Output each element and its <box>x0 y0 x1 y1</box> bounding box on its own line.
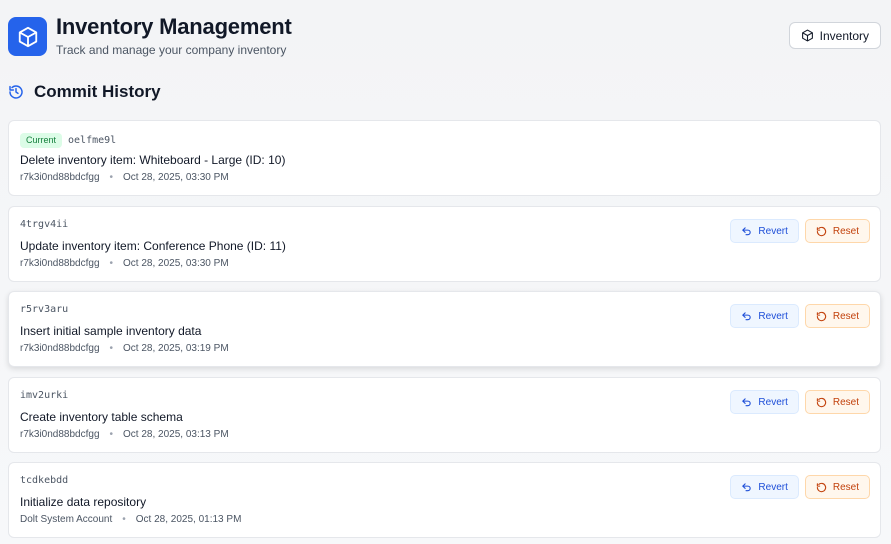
commit-hash: oelfme9l <box>68 135 117 146</box>
undo-icon <box>742 397 752 406</box>
commit-date: Oct 28, 2025, 01:13 PM <box>135 514 242 525</box>
reset-button[interactable]: Reset <box>804 390 870 414</box>
commit-date: Oct 28, 2025, 03:13 PM <box>123 429 229 440</box>
package-icon <box>801 29 813 42</box>
page-title: Inventory Management <box>56 14 292 39</box>
commit-hash: imv2urki <box>20 390 69 401</box>
revert-label: Revert <box>758 225 788 237</box>
history-icon <box>9 85 23 99</box>
meta-separator: • <box>109 429 114 440</box>
commit-hash: tcdkebdd <box>20 475 69 486</box>
undo-icon <box>742 311 752 320</box>
commit-author: r7k3i0nd88bdcfgg <box>20 429 100 440</box>
commit-author: r7k3i0nd88bdcfgg <box>20 172 100 183</box>
commit-message: Create inventory table schema <box>20 410 183 424</box>
reset-button[interactable]: Reset <box>804 304 870 328</box>
reset-button[interactable]: Reset <box>804 475 870 499</box>
rotate-ccw-icon <box>816 482 827 492</box>
reset-label: Reset <box>832 225 859 237</box>
commit-card: Current oelfme9l Delete inventory item: … <box>8 120 881 196</box>
reset-label: Reset <box>832 396 859 408</box>
commit-card: tcdkebdd Initialize data repository Dolt… <box>8 462 881 538</box>
box-icon <box>8 17 47 56</box>
rotate-ccw-icon <box>816 397 827 407</box>
revert-button[interactable]: Revert <box>730 475 799 499</box>
meta-separator: • <box>109 343 114 354</box>
meta-separator: • <box>122 514 126 525</box>
commit-date: Oct 28, 2025, 03:19 PM <box>123 343 229 354</box>
commit-message: Delete inventory item: Whiteboard - Larg… <box>20 153 286 167</box>
rotate-ccw-icon <box>816 311 827 321</box>
commit-message: Initialize data repository <box>20 495 147 509</box>
commit-author: r7k3i0nd88bdcfgg <box>20 258 100 269</box>
section-title: Commit History <box>34 82 161 101</box>
commit-history-header: Commit History <box>8 82 161 102</box>
inventory-button[interactable]: Inventory <box>788 22 881 49</box>
commit-hash: r5rv3aru <box>20 304 69 315</box>
commit-author: r7k3i0nd88bdcfgg <box>20 343 100 354</box>
reset-button[interactable]: Reset <box>804 219 870 243</box>
meta-separator: • <box>109 172 114 183</box>
commit-card: imv2urki Create inventory table schema r… <box>8 377 881 453</box>
reset-label: Reset <box>832 481 859 493</box>
revert-label: Revert <box>758 396 788 408</box>
undo-icon <box>742 482 752 491</box>
revert-button[interactable]: Revert <box>730 219 799 243</box>
commit-author: Dolt System Account <box>20 514 113 525</box>
current-badge: Current <box>20 133 63 148</box>
commit-card: r5rv3aru Insert initial sample inventory… <box>8 291 881 367</box>
revert-button[interactable]: Revert <box>730 390 799 414</box>
page-subtitle: Track and manage your company inventory <box>56 43 287 57</box>
revert-button[interactable]: Revert <box>730 304 799 328</box>
commit-message: Insert initial sample inventory data <box>20 324 202 338</box>
commit-card: 4trgv4ii Update inventory item: Conferen… <box>8 206 881 282</box>
inventory-button-label: Inventory <box>819 28 869 43</box>
meta-separator: • <box>109 258 114 269</box>
commit-hash: 4trgv4ii <box>20 219 69 230</box>
commit-date: Oct 28, 2025, 03:30 PM <box>123 172 229 183</box>
commit-date: Oct 28, 2025, 03:30 PM <box>123 258 229 269</box>
page-header: Inventory Management Track and manage yo… <box>8 12 881 58</box>
revert-label: Revert <box>758 310 788 322</box>
undo-icon <box>742 226 752 235</box>
commit-message: Update inventory item: Conference Phone … <box>20 239 286 253</box>
rotate-ccw-icon <box>816 226 827 236</box>
reset-label: Reset <box>832 310 859 322</box>
revert-label: Revert <box>758 481 788 493</box>
